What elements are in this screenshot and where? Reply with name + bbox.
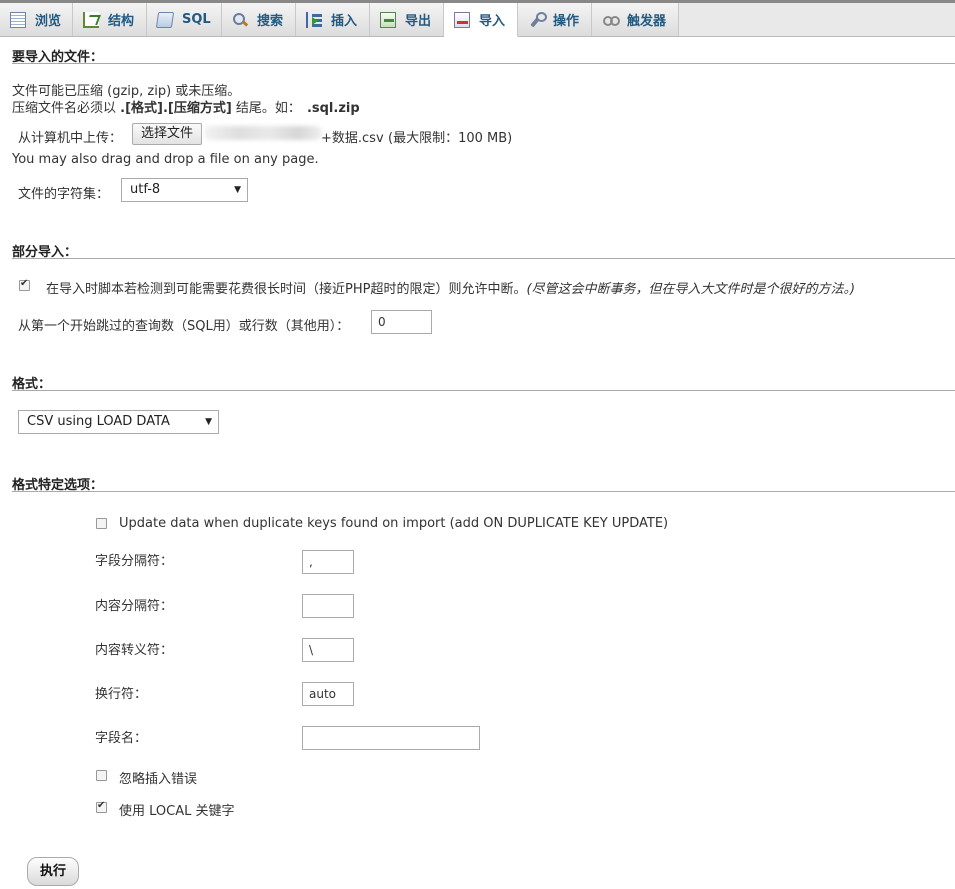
line-terminator-input[interactable]: auto [302,682,354,706]
triggers-icon [602,12,620,28]
tab-bar: 浏览 结构 SQL 搜索 插入 导出 导入 操作 触发器 [0,0,955,37]
divider [12,258,955,259]
import-icon [454,11,470,28]
insert-icon [306,11,322,28]
skip-label: 从第一个开始跳过的查询数（SQL用）或行数（其他用）： [18,319,350,334]
execute-button[interactable]: 执行 [27,857,79,886]
divider [12,491,955,492]
tab-structure[interactable]: 结构 [73,3,147,36]
tab-label: 导入 [479,14,506,29]
field-separator-label: 字段分隔符： [95,554,174,569]
content-separator-label: 内容分隔符： [95,599,174,614]
tab-operations[interactable]: 操作 [518,3,592,36]
column-names-input[interactable] [302,726,480,750]
filename-rule-mid: 结尾。如： [231,101,301,116]
tab-triggers[interactable]: 触发器 [592,3,679,36]
filename-rule-prefix: 压缩文件名必须以 [12,101,121,116]
format-select[interactable]: CSV using LOAD DATA ▼ [18,410,219,434]
use-local-label: 使用 LOCAL 关键字 [119,804,235,819]
allow-interrupt-label: 在导入时脚本若检测到可能需要花费很长时间（接近PHP超时的限定）则允许中断。(尽… [46,278,855,297]
filename-format: .[格式].[压缩方式] [120,101,232,116]
column-names-label: 字段名： [95,731,148,746]
skip-queries-input[interactable]: 0 [371,310,432,334]
tab-label: 导出 [405,14,432,29]
tab-browse[interactable]: 浏览 [0,3,73,36]
charset-select[interactable]: utf-8 ▼ [121,178,248,202]
filename-rule: 压缩文件名必须以 .[格式].[压缩方式] 结尾。如： .sql.zip [12,97,360,116]
search-icon [232,12,248,28]
sql-icon [155,11,175,28]
drag-drop-hint: You may also drag and drop a file on any… [12,152,319,167]
ignore-errors-label: 忽略插入错误 [119,772,198,787]
escape-char-input[interactable]: \ [302,638,354,662]
line-terminator-label: 换行符： [95,687,148,702]
file-name: +数据.csv [321,131,384,146]
ignore-errors-checkbox[interactable] [96,770,107,781]
tab-label: 搜索 [257,14,284,29]
choose-file-button[interactable]: 选择文件 [132,123,202,145]
export-icon [380,11,396,28]
tab-label: 浏览 [35,14,62,29]
use-local-checkbox[interactable] [96,800,107,813]
escape-char-label: 内容转义符： [95,643,174,658]
allow-interrupt-note: (尽管这会中断事务，但在导入大文件时是个很好的方法。) [526,282,856,297]
tab-sql[interactable]: SQL [147,3,222,36]
format-value: CSV using LOAD DATA [27,414,170,429]
browse-icon [10,11,26,28]
tab-import[interactable]: 导入 [444,3,518,37]
filename-example: .sql.zip [306,101,360,116]
tab-label: 插入 [331,14,358,29]
max-size-note: (最大限制：100 MB) [388,131,513,146]
upload-label: 从计算机中上传： [18,131,123,146]
tab-label: SQL [182,12,211,27]
chevron-down-icon: ▼ [234,185,241,195]
operations-icon [528,11,547,28]
allow-interrupt-text: 在导入时脚本若检测到可能需要花费很长时间（接近PHP超时的限定）则允许中断。 [46,282,527,297]
tab-search[interactable]: 搜索 [222,3,296,36]
divider [12,390,955,391]
update-duplicate-checkbox[interactable] [96,518,107,529]
update-duplicate-label: Update data when duplicate keys found on… [119,516,669,531]
chevron-down-icon: ▼ [205,417,212,427]
redacted-filename [204,126,322,140]
tab-label: 触发器 [627,14,667,29]
charset-value: utf-8 [130,182,161,197]
charset-label: 文件的字符集： [18,187,110,202]
tab-export[interactable]: 导出 [370,3,444,36]
tab-label: 操作 [553,14,580,29]
divider [12,63,955,64]
field-separator-input[interactable]: , [302,550,354,574]
allow-interrupt-checkbox[interactable] [19,278,30,291]
content-separator-input[interactable] [302,594,354,618]
tab-insert[interactable]: 插入 [296,3,370,36]
tab-label: 结构 [108,14,135,29]
structure-icon [83,11,99,28]
